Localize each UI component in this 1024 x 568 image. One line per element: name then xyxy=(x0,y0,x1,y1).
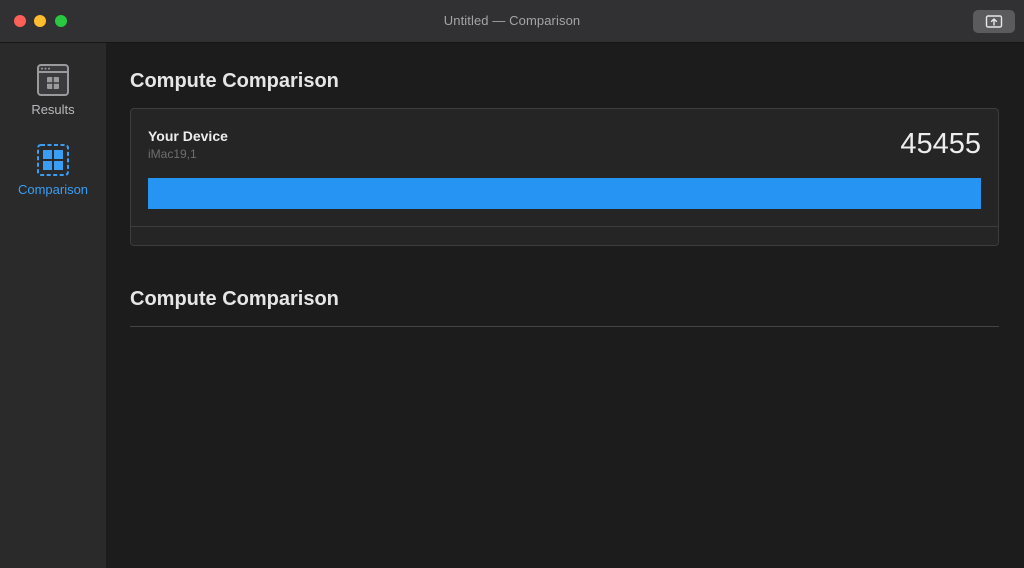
section-title: Compute Comparison xyxy=(130,70,339,92)
app-window: Untitled — Comparison Results Comparison… xyxy=(0,0,1024,568)
share-icon xyxy=(985,14,1003,28)
section-divider xyxy=(130,326,999,327)
title-bar: Untitled — Comparison xyxy=(0,0,1024,43)
main-content: Compute Comparison Your Device iMac19,1 … xyxy=(106,43,1024,568)
section-title: Compute Comparison xyxy=(130,288,339,310)
score-bar-fill xyxy=(148,178,981,209)
device-name: Your Device xyxy=(148,128,228,144)
sidebar-item-comparison[interactable]: Comparison xyxy=(0,143,106,197)
sidebar-item-results[interactable]: Results xyxy=(0,63,106,117)
share-button[interactable] xyxy=(973,10,1015,33)
sidebar: Results Comparison xyxy=(0,43,106,568)
card-divider xyxy=(131,226,998,227)
score-bar xyxy=(148,178,981,209)
sidebar-item-label: Comparison xyxy=(17,182,89,197)
results-icon xyxy=(37,64,69,96)
comparison-icon xyxy=(37,144,69,176)
device-model: iMac19,1 xyxy=(148,147,197,161)
window-title: Untitled — Comparison xyxy=(443,13,581,28)
device-card: Your Device iMac19,1 45455 xyxy=(130,108,999,246)
device-score: 45455 xyxy=(900,128,981,160)
sidebar-item-label: Results xyxy=(31,102,75,117)
